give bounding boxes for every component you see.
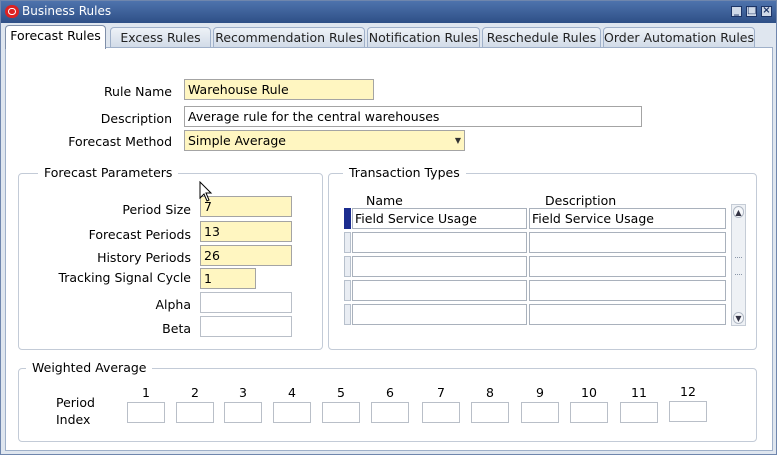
tracking-signal-cycle-field[interactable]: 1	[200, 268, 256, 289]
forecast-rules-panel: Rule Name Warehouse Rule Description Ave…	[5, 47, 773, 451]
period-number: 12	[680, 384, 696, 399]
period-weight-field[interactable]	[620, 402, 658, 423]
transaction-types-scrollbar[interactable]: ▲ ▼	[731, 204, 746, 326]
tab-bar: Forecast Rules Excess Rules Recommendati…	[5, 25, 775, 49]
close-button[interactable]: ×	[761, 5, 772, 17]
period-number: 1	[142, 385, 150, 400]
transaction-name-cell[interactable]	[352, 232, 527, 253]
transaction-name-cell[interactable]	[352, 280, 527, 301]
transaction-description-cell[interactable]	[529, 256, 726, 277]
row-selector[interactable]	[344, 256, 351, 277]
tab-forecast-rules[interactable]: Forecast Rules	[5, 25, 106, 49]
transaction-name-cell[interactable]: Field Service Usage	[352, 208, 527, 229]
title-bar: Business Rules _ □ ×	[1, 1, 776, 23]
column-header-description: Description	[545, 193, 617, 208]
oracle-logo-icon	[5, 5, 19, 18]
transaction-description-cell[interactable]	[529, 304, 726, 325]
tracking-signal-cycle-label: Tracking Signal Cycle	[58, 270, 191, 285]
period-number: 2	[191, 385, 199, 400]
transaction-description-cell[interactable]: Field Service Usage	[529, 208, 726, 229]
period-weight-field[interactable]	[570, 402, 608, 423]
tab-excess-rules[interactable]: Excess Rules	[110, 27, 211, 48]
forecast-method-label: Forecast Method	[68, 134, 172, 149]
period-number: 11	[631, 385, 647, 400]
forecast-parameters-title: Forecast Parameters	[38, 165, 179, 180]
index-row-label: Index	[56, 412, 91, 427]
transaction-types-title: Transaction Types	[343, 165, 466, 180]
minimize-button[interactable]: _	[731, 5, 742, 17]
period-size-field[interactable]: 7	[200, 196, 292, 217]
mouse-cursor-icon	[199, 181, 213, 202]
period-number: 6	[386, 385, 394, 400]
period-size-label: Period Size	[122, 202, 191, 217]
scroll-grip-icon[interactable]	[735, 257, 742, 275]
alpha-label: Alpha	[155, 297, 191, 312]
rule-name-field[interactable]: Warehouse Rule	[184, 79, 374, 100]
description-label: Description	[100, 111, 172, 126]
window-title: Business Rules	[22, 4, 112, 18]
period-number: 3	[239, 385, 247, 400]
period-weight-field[interactable]	[224, 402, 262, 423]
transaction-name-cell[interactable]	[352, 256, 527, 277]
period-weight-field[interactable]	[471, 402, 509, 423]
tab-notification-rules[interactable]: Notification Rules	[367, 27, 480, 48]
history-periods-field[interactable]: 26	[200, 245, 292, 266]
chevron-down-icon[interactable]: ▼	[455, 131, 461, 150]
period-number: 4	[288, 385, 296, 400]
row-selector[interactable]	[344, 208, 351, 229]
alpha-field[interactable]	[200, 292, 292, 313]
row-selector[interactable]	[344, 232, 351, 253]
period-weight-field[interactable]	[422, 402, 460, 423]
period-weight-field[interactable]	[127, 402, 165, 423]
description-field[interactable]: Average rule for the central warehouses	[184, 106, 642, 127]
forecast-method-select[interactable]: Simple Average ▼	[184, 130, 465, 151]
period-row-label: Period	[56, 395, 95, 410]
maximize-button[interactable]: □	[746, 5, 757, 17]
forecast-periods-field[interactable]: 13	[200, 221, 292, 242]
period-number: 8	[486, 385, 494, 400]
row-selector[interactable]	[344, 280, 351, 301]
period-weight-field[interactable]	[521, 402, 559, 423]
period-weight-field[interactable]	[371, 402, 409, 423]
period-number: 5	[337, 385, 345, 400]
tab-recommendation-rules[interactable]: Recommendation Rules	[213, 27, 365, 48]
rule-name-label: Rule Name	[103, 84, 172, 99]
period-number: 7	[437, 385, 445, 400]
row-selector[interactable]	[344, 304, 351, 325]
period-number: 9	[536, 385, 544, 400]
column-header-name: Name	[366, 193, 403, 208]
period-weight-field[interactable]	[176, 402, 214, 423]
weighted-average-title: Weighted Average	[26, 360, 153, 375]
history-periods-label: History Periods	[97, 250, 191, 265]
transaction-description-cell[interactable]	[529, 280, 726, 301]
beta-label: Beta	[162, 321, 191, 336]
period-weight-field[interactable]	[669, 401, 707, 422]
period-number: 10	[581, 385, 597, 400]
scroll-down-icon[interactable]: ▼	[733, 312, 744, 324]
scroll-up-icon[interactable]: ▲	[733, 206, 744, 218]
forecast-periods-label: Forecast Periods	[88, 227, 191, 242]
transaction-description-cell[interactable]	[529, 232, 726, 253]
beta-field[interactable]	[200, 316, 292, 337]
transaction-name-cell[interactable]	[352, 304, 527, 325]
tab-reschedule-rules[interactable]: Reschedule Rules	[482, 27, 601, 48]
period-weight-field[interactable]	[322, 402, 360, 423]
business-rules-window: Business Rules _ □ × Forecast Rules Exce…	[0, 0, 777, 455]
tab-order-automation-rules[interactable]: Order Automation Rules	[603, 27, 755, 48]
period-weight-field[interactable]	[273, 402, 311, 423]
forecast-method-value: Simple Average	[188, 133, 286, 148]
